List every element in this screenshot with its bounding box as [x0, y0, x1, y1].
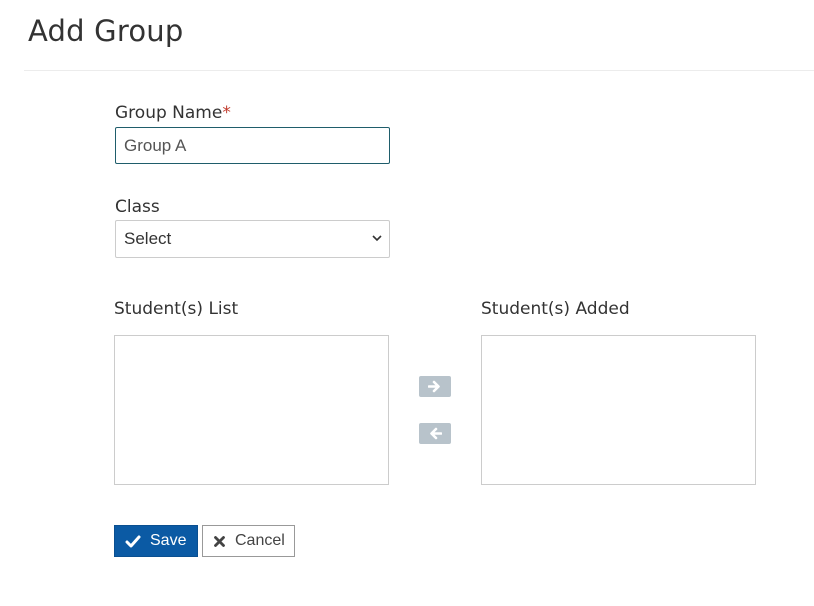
chevron-down-icon: [372, 235, 382, 242]
cancel-button-label: Cancel: [235, 532, 285, 549]
required-marker: *: [222, 103, 231, 123]
class-select[interactable]: Select: [115, 220, 390, 258]
title-divider: [24, 70, 814, 71]
move-right-button[interactable]: [419, 376, 451, 397]
close-icon: [214, 535, 225, 547]
students-added-label: Student(s) Added: [481, 299, 630, 319]
add-group-page: Add Group Group Name* Class Select Stude…: [0, 0, 814, 606]
students-list-label: Student(s) List: [114, 299, 239, 319]
students-list-box[interactable]: [114, 335, 389, 485]
save-button[interactable]: Save: [114, 525, 198, 557]
class-label: Class: [115, 197, 160, 217]
group-name-input[interactable]: [115, 127, 390, 164]
cancel-button[interactable]: Cancel: [202, 525, 295, 557]
arrow-right-icon: [428, 380, 440, 393]
check-icon: [125, 535, 141, 547]
arrow-left-icon: [430, 427, 442, 440]
class-select-value: Select: [124, 229, 172, 248]
group-name-label-text: Group Name: [115, 103, 223, 123]
move-left-button[interactable]: [419, 423, 451, 444]
save-button-label: Save: [150, 532, 187, 549]
students-added-box[interactable]: [481, 335, 756, 485]
page-title: Add Group: [28, 14, 184, 48]
group-name-label: Group Name*: [115, 103, 231, 123]
